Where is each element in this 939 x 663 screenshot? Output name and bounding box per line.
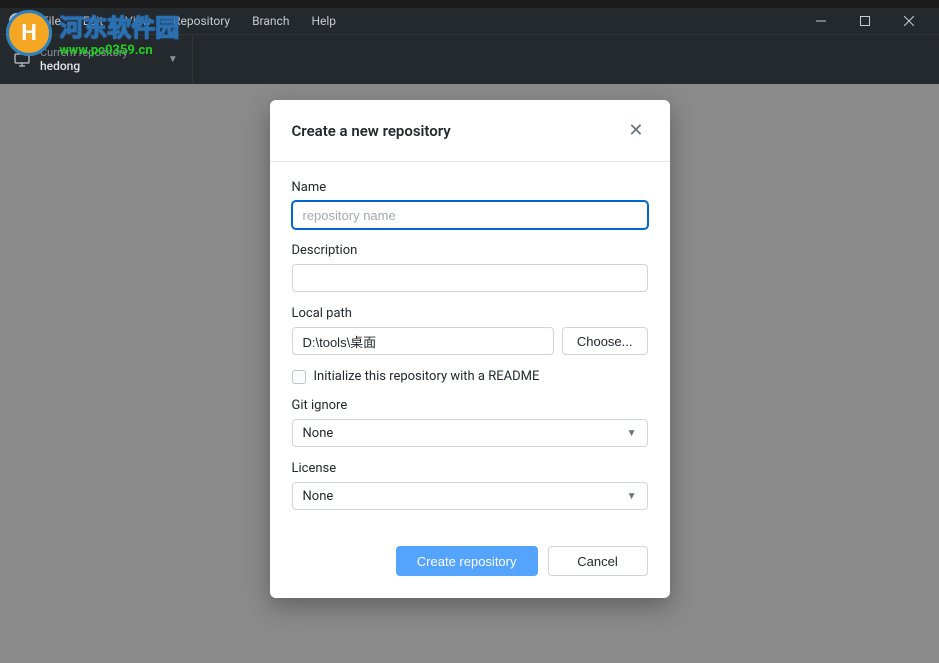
chevron-down-icon: ▼	[627, 491, 637, 502]
window-titlebar	[0, 0, 939, 8]
monitor-icon	[14, 52, 30, 68]
init-readme-checkbox[interactable]	[292, 370, 306, 384]
app-menubar: File Edit View Repository Branch Help	[0, 8, 939, 34]
current-repository-dropdown[interactable]: Current repository hedong ▼	[0, 35, 193, 84]
create-repository-button[interactable]: Create repository	[396, 546, 538, 576]
menu-edit[interactable]: Edit	[73, 10, 113, 32]
description-label: Description	[292, 243, 648, 258]
gitignore-value: None	[303, 426, 334, 441]
menu-help[interactable]: Help	[301, 10, 346, 32]
description-input[interactable]	[292, 264, 648, 292]
gitignore-select[interactable]: None ▼	[292, 419, 648, 447]
modal-close-button[interactable]: ✕	[624, 118, 647, 143]
chevron-down-icon: ▼	[627, 428, 637, 439]
cancel-button[interactable]: Cancel	[548, 546, 648, 576]
window-maximize-button[interactable]	[843, 8, 887, 34]
chevron-down-icon: ▼	[168, 54, 178, 65]
license-select[interactable]: None ▼	[292, 482, 648, 510]
create-repository-modal: Create a new repository ✕ Name Descripti…	[270, 100, 670, 598]
window-close-button[interactable]	[887, 8, 931, 34]
modal-title: Create a new repository	[292, 122, 451, 140]
menu-repository[interactable]: Repository	[163, 10, 240, 32]
menu-file[interactable]: File	[32, 10, 71, 32]
license-label: License	[292, 461, 648, 476]
local-path-label: Local path	[292, 306, 648, 321]
current-repo-label: Current repository	[40, 46, 128, 59]
init-readme-label: Initialize this repository with a README	[314, 369, 540, 384]
close-icon: ✕	[628, 120, 643, 141]
window-minimize-button[interactable]	[799, 8, 843, 34]
app-toolbar: Current repository hedong ▼	[0, 34, 939, 84]
gitignore-label: Git ignore	[292, 398, 648, 413]
license-value: None	[303, 489, 334, 504]
menu-view[interactable]: View	[115, 10, 161, 32]
choose-path-button[interactable]: Choose...	[562, 327, 648, 355]
github-desktop-icon	[8, 12, 26, 30]
current-repo-name: hedong	[40, 59, 128, 73]
menu-branch[interactable]: Branch	[242, 10, 299, 32]
local-path-input[interactable]	[292, 327, 554, 355]
name-input[interactable]	[292, 201, 648, 229]
name-label: Name	[292, 180, 648, 195]
